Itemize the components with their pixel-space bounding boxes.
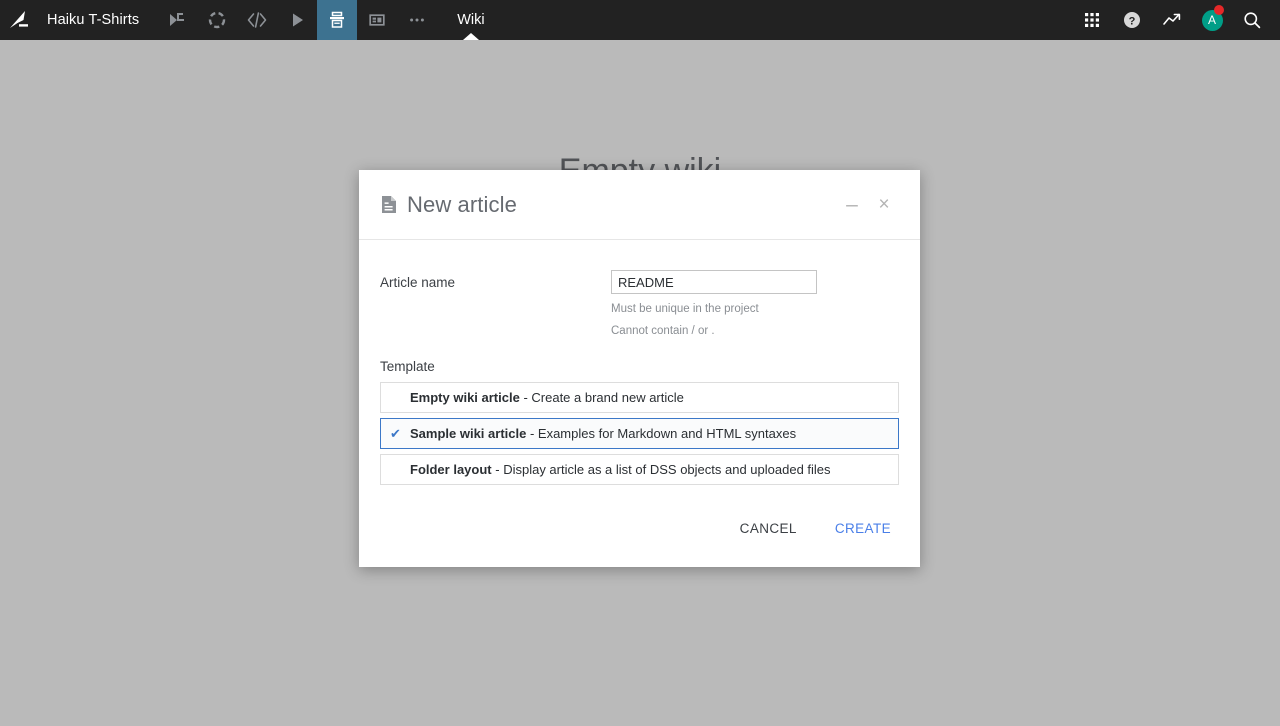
tab-wiki[interactable]: Wiki [443,0,498,40]
tab-wiki-label: Wiki [457,12,485,28]
search-icon[interactable] [1232,0,1272,40]
automation-icon[interactable] [277,0,317,40]
tab-active-caret-icon [462,33,479,40]
template-option-title: Empty wiki article [410,390,520,406]
article-name-hint-unique: Must be unique in the project [611,303,759,315]
create-button[interactable]: CREATE [827,515,899,542]
template-option-text: Empty wiki article - Create a brand new … [410,390,684,405]
article-name-input[interactable] [611,270,817,294]
template-option-empty-wiki-article[interactable]: Empty wiki article - Create a brand new … [380,382,899,414]
code-icon[interactable] [237,0,277,40]
close-button[interactable]: × [869,190,899,220]
dashboard-icon[interactable] [357,0,397,40]
top-navigation-bar: Haiku T-Shirts Wiki ? A [0,0,1280,40]
apps-grid-icon[interactable] [1072,0,1112,40]
minimize-button[interactable]: – [837,190,867,220]
article-name-field-column: Must be unique in the project Cannot con… [611,270,899,337]
template-option-text: Folder layout - Display article as a lis… [410,462,831,477]
dialog-header: New article – × [359,170,920,240]
cancel-button[interactable]: CANCEL [732,515,805,542]
svg-text:?: ? [1129,15,1136,27]
project-name[interactable]: Haiku T-Shirts [47,12,139,28]
notification-badge-icon [1214,5,1224,15]
dialog-header-buttons: – × [837,190,899,220]
template-option-description: - Create a brand new article [523,390,684,406]
template-option-sample-wiki-article[interactable]: ✔ Sample wiki article - Examples for Mar… [380,418,899,450]
template-label: Template [380,359,435,375]
template-option-folder-layout[interactable]: Folder layout - Display article as a lis… [380,454,899,486]
template-list: Empty wiki article - Create a brand new … [380,382,899,486]
template-option-description: - Examples for Markdown and HTML syntaxe… [529,426,797,442]
dialog-body: Article name Must be unique in the proje… [359,240,920,486]
avatar[interactable]: A [1192,0,1232,40]
topbar-right-icons: ? A [1072,0,1280,40]
template-option-title: Sample wiki article [410,426,527,442]
dataiku-logo-icon[interactable] [0,0,40,40]
more-icon[interactable] [397,0,437,40]
lab-icon[interactable] [197,0,237,40]
wiki-icon[interactable] [317,0,358,40]
activity-trend-icon[interactable] [1152,0,1192,40]
article-name-hint-characters: Cannot contain / or . [611,324,715,337]
dialog-title: New article [407,191,517,217]
article-name-field-row: Article name Must be unique in the proje… [380,270,899,337]
template-option-title: Folder layout [410,462,492,478]
new-article-dialog: New article – × Article name Must be uni… [359,170,920,568]
document-icon [380,195,398,215]
template-check-icon: ✔ [390,426,401,442]
help-icon[interactable]: ? [1112,0,1152,40]
template-option-text: Sample wiki article - Examples for Markd… [410,426,796,441]
flow-icon[interactable] [157,0,197,40]
dialog-footer: CANCEL CREATE [359,490,920,567]
template-option-description: - Display article as a list of DSS objec… [495,462,831,478]
article-name-label: Article name [380,275,456,290]
